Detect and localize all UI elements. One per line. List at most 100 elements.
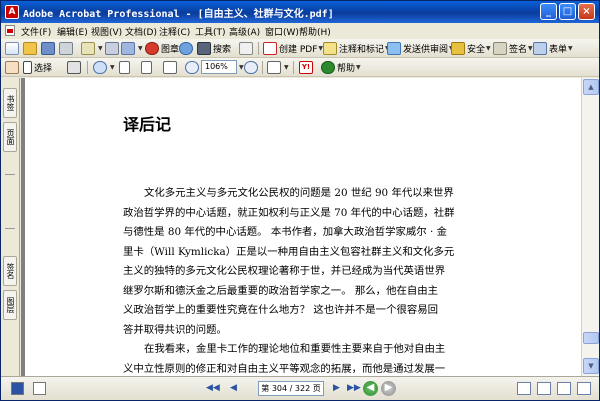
stamp-button[interactable]: 图章 (145, 41, 179, 56)
attach-button[interactable] (105, 41, 121, 56)
new-doc-button[interactable] (5, 41, 21, 56)
page-heading: 译后记 (123, 115, 172, 134)
rotate-page-icon (267, 61, 281, 74)
camera-icon (67, 61, 81, 74)
single-page-layout-icon[interactable] (517, 382, 531, 395)
printer-icon (59, 42, 73, 55)
save-icon (41, 42, 55, 55)
binoculars-icon (197, 42, 211, 55)
paperclip-icon (105, 42, 119, 55)
navigation-toggle-icon[interactable] (11, 382, 24, 395)
toolbar-separator (87, 61, 88, 74)
page-size-icon[interactable] (33, 382, 46, 395)
help-icon (321, 61, 335, 74)
hand-tool-button[interactable] (5, 60, 21, 75)
document-menu-icon[interactable] (5, 25, 15, 36)
menu-document[interactable]: 文档(D) (125, 25, 157, 38)
forms-button[interactable]: 表单 ▼ (533, 41, 573, 56)
read-aloud-button[interactable] (239, 41, 255, 56)
panel-divider (5, 174, 15, 180)
folder-icon (23, 42, 37, 55)
organize-button[interactable]: ▼ (121, 41, 143, 56)
search-button[interactable]: 搜索 (197, 41, 231, 56)
paragraph-line: 继罗尔斯和德沃金之后最重要的政治哲学家之一。 那么，他在自由主 (123, 284, 439, 297)
zoom-out-button[interactable] (185, 60, 201, 75)
continuous-layout-icon[interactable] (537, 382, 551, 395)
menu-help[interactable]: 帮助(H) (299, 25, 331, 38)
paragraph-line: 文化多元主义与多元文化公民权的问题是 20 世纪 90 年代以来世界 (144, 187, 454, 199)
select-tool-button[interactable]: 选择 (23, 60, 52, 75)
menu-tools[interactable]: 工具(T) (195, 25, 226, 38)
text-cursor-icon (23, 61, 32, 74)
go-back-button[interactable]: ◀ (363, 381, 378, 396)
fit-width-button[interactable] (163, 60, 179, 75)
tab-pages[interactable]: 页面 (3, 122, 17, 152)
close-button[interactable]: × (578, 3, 595, 20)
scroll-down-button[interactable]: ▼ (583, 358, 599, 374)
create-pdf-button[interactable]: 创建 PDF ▼ (263, 41, 323, 56)
last-page-button[interactable]: ▶▶ (347, 382, 361, 395)
paragraph-line: 与德性是 80 年代的中心话题。 本书作者，加拿大政治哲学家威尔 · 金 (123, 226, 447, 238)
tab-layers[interactable]: 图层 (3, 290, 17, 320)
zoom-in-icon (244, 61, 258, 74)
review-button[interactable] (179, 41, 195, 56)
zoom-in-button[interactable] (244, 60, 260, 75)
scroll-thumb[interactable] (583, 332, 599, 344)
vertical-scrollbar[interactable]: ▲ ▼ (581, 78, 599, 376)
continuous-facing-layout-icon[interactable] (577, 382, 591, 395)
yahoo-button[interactable]: Y! (299, 60, 315, 75)
snapshot-button[interactable] (67, 60, 83, 75)
minimize-button[interactable]: _ (540, 3, 557, 20)
zoom-tool-button[interactable]: ▼ (93, 60, 115, 75)
file-toolbar: ▼ ▼ 图章 搜索 创建 PDF▼ 注释和标记▼ 发送供审阅▼ 安全▼ 签名▼ … (1, 39, 599, 58)
fit-page-icon (141, 61, 152, 74)
print-button[interactable] (59, 41, 75, 56)
actual-size-button[interactable] (119, 60, 132, 75)
first-page-button[interactable]: ◀◀ (206, 382, 220, 395)
menu-window[interactable]: 窗口(W) (265, 25, 299, 38)
acrobat-window: A Adobe Acrobat Professional - [自由主义、社群与… (0, 0, 600, 401)
rotate-button[interactable]: ▼ (267, 60, 289, 75)
menu-advanced[interactable]: 高级(A) (229, 25, 260, 38)
maximize-button[interactable]: □ (559, 3, 576, 20)
pdf-page: 译后记 文化多元主义与多元文化公民权的问题是 20 世纪 90 年代以来世界 政… (25, 78, 581, 376)
paragraph-line: 政治哲学界的中心话题，就正如权利与正义是 70 年代的中心话题，社群 (123, 206, 455, 219)
new-document-icon (5, 42, 19, 55)
menu-file[interactable]: 文件(F) (21, 25, 51, 38)
paragraph-1: 文化多元主义与多元文化公民权的问题是 20 世纪 90 年代以来世界 政治哲学界… (123, 184, 455, 340)
document-viewport[interactable]: 译后记 文化多元主义与多元文化公民权的问题是 20 世纪 90 年代以来世界 政… (21, 78, 581, 376)
menu-bar: 文件(F) 编辑(E) 视图(V) 文档(D) 注释(C) 工具(T) 高级(A… (1, 23, 599, 39)
menu-edit[interactable]: 编辑(E) (57, 25, 88, 38)
tab-bookmarks[interactable]: 书签 (3, 88, 17, 118)
menu-comments[interactable]: 注释(C) (159, 25, 190, 38)
zoom-dropdown[interactable]: ▼ (238, 60, 244, 75)
pen-icon (493, 42, 507, 55)
previous-page-button[interactable]: ◀ (227, 382, 240, 395)
wand-icon (121, 42, 135, 55)
title-bar[interactable]: A Adobe Acrobat Professional - [自由主义、社群与… (1, 1, 599, 23)
menu-view[interactable]: 视图(V) (91, 25, 122, 38)
scroll-up-button[interactable]: ▲ (583, 79, 599, 95)
acrobat-app-icon[interactable]: A (5, 5, 19, 19)
lock-icon (451, 42, 465, 55)
toolbar-separator (262, 61, 263, 74)
toolbar-separator (293, 61, 294, 74)
save-button[interactable] (41, 41, 57, 56)
email-button[interactable]: ▼ (81, 41, 103, 56)
paragraph-line: 里卡（Will Kymlicka）正是以一种用自由主义包容社群主义和文化多元 (123, 245, 455, 258)
accessibility-icon (239, 42, 253, 55)
send-review-button[interactable]: 发送供审阅▼ (387, 41, 454, 56)
comment-markup-button[interactable]: 注释和标记▼ (323, 41, 390, 56)
fit-page-button[interactable] (141, 60, 154, 75)
page-number-input[interactable]: 第 304 / 322 页 (258, 381, 324, 396)
sign-button[interactable]: 签名 ▼ (493, 41, 533, 56)
zoom-input[interactable]: 106% (201, 60, 237, 74)
security-button[interactable]: 安全 ▼ (451, 41, 491, 56)
facing-layout-icon[interactable] (557, 382, 571, 395)
open-button[interactable] (23, 41, 39, 56)
help-button[interactable]: 帮助 ▼ (321, 60, 361, 75)
next-page-button[interactable]: ▶ (330, 382, 343, 395)
navigation-panel: 书签 页面 签名 图层 (1, 78, 20, 376)
go-forward-button[interactable]: ▶ (381, 381, 396, 396)
tab-signatures[interactable]: 签名 (3, 256, 17, 286)
